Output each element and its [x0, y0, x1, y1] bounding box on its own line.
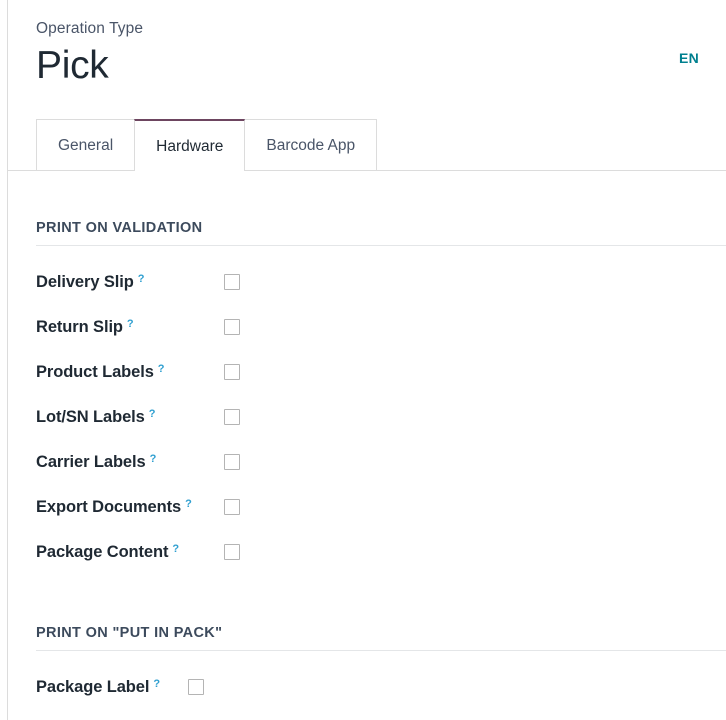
field-row-delivery-slip: Delivery Slip ?	[36, 260, 726, 305]
section-title-print-on-validation: PRINT ON VALIDATION	[36, 220, 726, 246]
field-row-return-slip: Return Slip ?	[36, 305, 726, 350]
label-text: Product Labels	[36, 363, 154, 381]
help-tooltip-icon[interactable]: ?	[138, 273, 145, 285]
spacer-above-validation-section	[36, 171, 726, 220]
language-selector[interactable]: EN	[679, 50, 699, 66]
label-lot-sn-labels: Lot/SN Labels ?	[36, 408, 224, 427]
record-header: Operation Type Pick	[8, 0, 726, 87]
label-package-label: Package Label ?	[36, 678, 188, 697]
checkbox-package-content[interactable]	[224, 543, 240, 560]
checkbox-carrier-labels[interactable]	[224, 453, 240, 470]
operation-type-form-page: Operation Type Pick EN General Hardware …	[0, 0, 726, 720]
help-tooltip-icon[interactable]: ?	[127, 318, 134, 330]
label-package-content: Package Content ?	[36, 543, 224, 562]
label-delivery-slip: Delivery Slip ?	[36, 273, 224, 292]
help-tooltip-icon[interactable]: ?	[172, 543, 179, 555]
label-text: Carrier Labels	[36, 453, 146, 471]
help-tooltip-icon[interactable]: ?	[153, 678, 160, 690]
field-row-carrier-labels: Carrier Labels ?	[36, 440, 726, 485]
section-title-print-on-put-in-pack: PRINT ON "PUT IN PACK"	[36, 625, 726, 651]
section-print-on-validation: PRINT ON VALIDATION Delivery Slip ? Retu…	[36, 220, 726, 575]
field-row-package-content: Package Content ?	[36, 530, 726, 575]
tab-barcode-app[interactable]: Barcode App	[244, 119, 378, 171]
checkbox-delivery-slip[interactable]	[224, 273, 240, 290]
help-tooltip-icon[interactable]: ?	[149, 408, 156, 420]
breadcrumb[interactable]: Operation Type	[36, 20, 726, 39]
tab-hardware[interactable]: Hardware	[134, 119, 246, 171]
section-print-on-put-in-pack: PRINT ON "PUT IN PACK" Package Label ?	[36, 625, 726, 710]
label-return-slip: Return Slip ?	[36, 318, 224, 337]
print-on-put-in-pack-fields: Package Label ?	[36, 651, 726, 710]
field-row-export-documents: Export Documents ?	[36, 485, 726, 530]
field-row-product-labels: Product Labels ?	[36, 350, 726, 395]
label-product-labels: Product Labels ?	[36, 363, 224, 382]
checkbox-return-slip[interactable]	[224, 318, 240, 335]
help-tooltip-icon[interactable]: ?	[150, 453, 157, 465]
help-tooltip-icon[interactable]: ?	[185, 498, 192, 510]
checkbox-package-label[interactable]	[188, 678, 204, 695]
label-text: Package Content	[36, 543, 169, 561]
page-title: Pick	[36, 43, 109, 87]
label-text: Lot/SN Labels	[36, 408, 145, 426]
tab-bar: General Hardware Barcode App	[8, 118, 726, 171]
label-text: Delivery Slip	[36, 273, 134, 291]
label-text: Package Label	[36, 678, 150, 696]
print-on-validation-fields: Delivery Slip ? Return Slip ? Product La…	[36, 246, 726, 575]
label-text: Export Documents	[36, 498, 182, 516]
help-tooltip-icon[interactable]: ?	[158, 363, 165, 375]
checkbox-product-labels[interactable]	[224, 363, 240, 380]
field-row-package-label: Package Label ?	[36, 665, 726, 710]
label-export-documents: Export Documents ?	[36, 498, 224, 517]
spacer-between-sections	[36, 575, 726, 625]
field-row-lot-sn-labels: Lot/SN Labels ?	[36, 395, 726, 440]
checkbox-lot-sn-labels[interactable]	[224, 408, 240, 425]
tab-general[interactable]: General	[36, 119, 136, 171]
checkbox-export-documents[interactable]	[224, 498, 240, 515]
hardware-tab-panel: PRINT ON VALIDATION Delivery Slip ? Retu…	[8, 171, 726, 720]
label-carrier-labels: Carrier Labels ?	[36, 453, 224, 472]
label-text: Return Slip	[36, 318, 123, 336]
